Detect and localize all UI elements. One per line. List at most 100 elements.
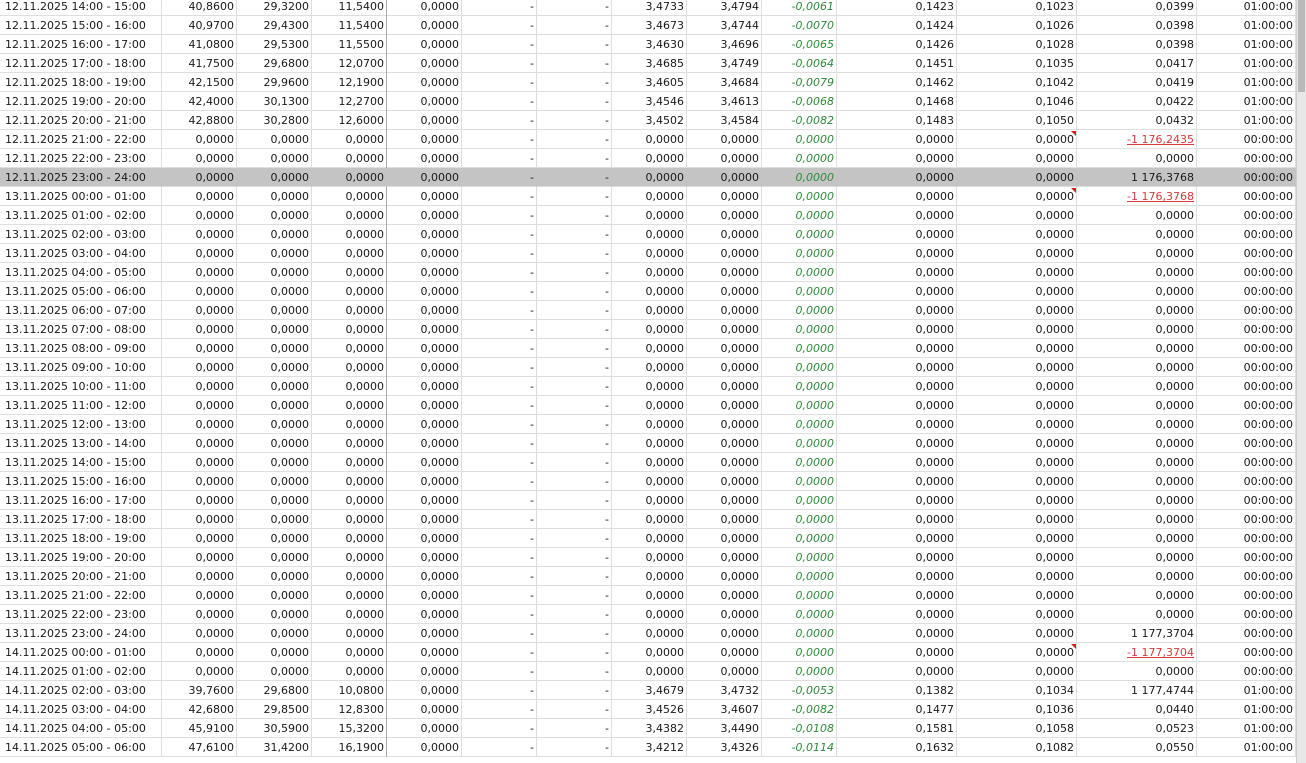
cell-v4[interactable]: 0,0000: [387, 301, 462, 320]
cell-v5[interactable]: -: [462, 681, 537, 700]
cell-v11[interactable]: 0,0000: [957, 567, 1077, 586]
cell-duration[interactable]: 00:00:00: [1197, 358, 1296, 377]
cell-period[interactable]: 12.11.2025 21:00 - 22:00: [0, 130, 162, 149]
table-row[interactable]: 13.11.2025 13:00 - 14:00 0,0000 0,0000 0,00…: [0, 434, 1296, 453]
cell-duration[interactable]: 01:00:00: [1197, 35, 1296, 54]
cell-v5[interactable]: -: [462, 548, 537, 567]
cell-diff[interactable]: 0,0000: [762, 358, 837, 377]
cell-v8[interactable]: 3,4696: [687, 35, 762, 54]
cell-v7[interactable]: 0,0000: [612, 472, 687, 491]
cell-period[interactable]: 12.11.2025 15:00 - 16:00: [0, 16, 162, 35]
cell-v10[interactable]: 0,1462: [837, 73, 957, 92]
cell-v4[interactable]: 0,0000: [387, 225, 462, 244]
cell-v3[interactable]: 11,5500: [312, 35, 387, 54]
cell-v10[interactable]: 0,0000: [837, 529, 957, 548]
cell-v6[interactable]: -: [537, 681, 612, 700]
cell-period[interactable]: 13.11.2025 17:00 - 18:00: [0, 510, 162, 529]
cell-v4[interactable]: 0,0000: [387, 738, 462, 757]
cell-v6[interactable]: -: [537, 396, 612, 415]
cell-v2[interactable]: 0,0000: [237, 339, 312, 358]
table-row[interactable]: 13.11.2025 02:00 - 03:00 0,0000 0,0000 0,00…: [0, 225, 1296, 244]
cell-duration[interactable]: 00:00:00: [1197, 187, 1296, 206]
cell-v1[interactable]: 0,0000: [162, 529, 237, 548]
cell-v2[interactable]: 29,3200: [237, 0, 312, 16]
cell-period[interactable]: 13.11.2025 01:00 - 02:00: [0, 206, 162, 225]
cell-v6[interactable]: -: [537, 263, 612, 282]
cell-v11[interactable]: 0,0000: [957, 491, 1077, 510]
cell-v2[interactable]: 0,0000: [237, 320, 312, 339]
cell-v7[interactable]: 0,0000: [612, 491, 687, 510]
cell-v5[interactable]: -: [462, 738, 537, 757]
cell-diff[interactable]: 0,0000: [762, 282, 837, 301]
cell-period[interactable]: 13.11.2025 19:00 - 20:00: [0, 548, 162, 567]
cell-v5[interactable]: -: [462, 396, 537, 415]
cell-v6[interactable]: -: [537, 510, 612, 529]
cell-period[interactable]: 12.11.2025 23:00 - 24:00: [0, 168, 162, 187]
table-row[interactable]: 12.11.2025 14:00 - 15:00 40,8600 29,3200 11…: [0, 0, 1296, 16]
cell-v6[interactable]: -: [537, 73, 612, 92]
cell-v11[interactable]: 0,0000: [957, 624, 1077, 643]
cell-v7[interactable]: 3,4630: [612, 35, 687, 54]
table-row[interactable]: 13.11.2025 17:00 - 18:00 0,0000 0,0000 0,00…: [0, 510, 1296, 529]
cell-v4[interactable]: 0,0000: [387, 624, 462, 643]
cell-v6[interactable]: -: [537, 301, 612, 320]
cell-v7[interactable]: 0,0000: [612, 605, 687, 624]
cell-v4[interactable]: 0,0000: [387, 111, 462, 130]
cell-v3[interactable]: 0,0000: [312, 434, 387, 453]
cell-v3[interactable]: 0,0000: [312, 510, 387, 529]
cell-v10[interactable]: 0,1632: [837, 738, 957, 757]
cell-v1[interactable]: 0,0000: [162, 567, 237, 586]
cell-v8[interactable]: 0,0000: [687, 187, 762, 206]
cell-v2[interactable]: 0,0000: [237, 510, 312, 529]
cell-v12[interactable]: 0,0440: [1077, 700, 1197, 719]
cell-v1[interactable]: 0,0000: [162, 510, 237, 529]
cell-diff[interactable]: 0,0000: [762, 491, 837, 510]
cell-v6[interactable]: -: [537, 225, 612, 244]
cell-v2[interactable]: 0,0000: [237, 567, 312, 586]
cell-v11[interactable]: 0,0000: [957, 586, 1077, 605]
table-row[interactable]: 12.11.2025 22:00 - 23:00 0,0000 0,0000 0,00…: [0, 149, 1296, 168]
cell-period[interactable]: 12.11.2025 16:00 - 17:00: [0, 35, 162, 54]
cell-v8[interactable]: 0,0000: [687, 244, 762, 263]
cell-period[interactable]: 13.11.2025 10:00 - 11:00: [0, 377, 162, 396]
cell-v4[interactable]: 0,0000: [387, 282, 462, 301]
cell-v3[interactable]: 0,0000: [312, 244, 387, 263]
cell-v6[interactable]: -: [537, 434, 612, 453]
table-row[interactable]: 13.11.2025 23:00 - 24:00 0,0000 0,0000 0,00…: [0, 624, 1296, 643]
cell-v12[interactable]: 0,0000: [1077, 263, 1197, 282]
cell-period[interactable]: 13.11.2025 04:00 - 05:00: [0, 263, 162, 282]
cell-v11[interactable]: 0,1026: [957, 16, 1077, 35]
cell-diff[interactable]: 0,0000: [762, 605, 837, 624]
cell-v7[interactable]: 3,4382: [612, 719, 687, 738]
cell-v8[interactable]: 0,0000: [687, 358, 762, 377]
cell-v7[interactable]: 0,0000: [612, 586, 687, 605]
cell-period[interactable]: 13.11.2025 08:00 - 09:00: [0, 339, 162, 358]
table-row[interactable]: 14.11.2025 05:00 - 06:00 47,6100 31,4200 16…: [0, 738, 1296, 757]
cell-v11[interactable]: 0,0000: [957, 548, 1077, 567]
cell-v6[interactable]: -: [537, 605, 612, 624]
cell-diff[interactable]: 0,0000: [762, 225, 837, 244]
cell-v6[interactable]: -: [537, 738, 612, 757]
cell-v3[interactable]: 0,0000: [312, 301, 387, 320]
cell-v10[interactable]: 0,0000: [837, 415, 957, 434]
cell-v2[interactable]: 0,0000: [237, 662, 312, 681]
cell-v3[interactable]: 0,0000: [312, 643, 387, 662]
cell-v5[interactable]: -: [462, 168, 537, 187]
cell-v8[interactable]: 0,0000: [687, 510, 762, 529]
cell-v2[interactable]: 0,0000: [237, 643, 312, 662]
cell-v7[interactable]: 0,0000: [612, 320, 687, 339]
cell-v3[interactable]: 12,2700: [312, 92, 387, 111]
cell-diff[interactable]: -0,0064: [762, 54, 837, 73]
cell-v3[interactable]: 0,0000: [312, 472, 387, 491]
cell-v12[interactable]: 1 177,4744: [1077, 681, 1197, 700]
cell-period[interactable]: 13.11.2025 06:00 - 07:00: [0, 301, 162, 320]
cell-v7[interactable]: 0,0000: [612, 624, 687, 643]
cell-diff[interactable]: 0,0000: [762, 263, 837, 282]
cell-v11[interactable]: 0,1034: [957, 681, 1077, 700]
cell-v12[interactable]: -1 176,2435: [1077, 130, 1197, 149]
cell-v4[interactable]: 0,0000: [387, 377, 462, 396]
cell-v5[interactable]: -: [462, 225, 537, 244]
cell-v4[interactable]: 0,0000: [387, 396, 462, 415]
table-row[interactable]: 14.11.2025 02:00 - 03:00 39,7600 29,6800 10…: [0, 681, 1296, 700]
table-row[interactable]: 12.11.2025 23:00 - 24:00 0,0000 0,0000 0,00…: [0, 168, 1296, 187]
